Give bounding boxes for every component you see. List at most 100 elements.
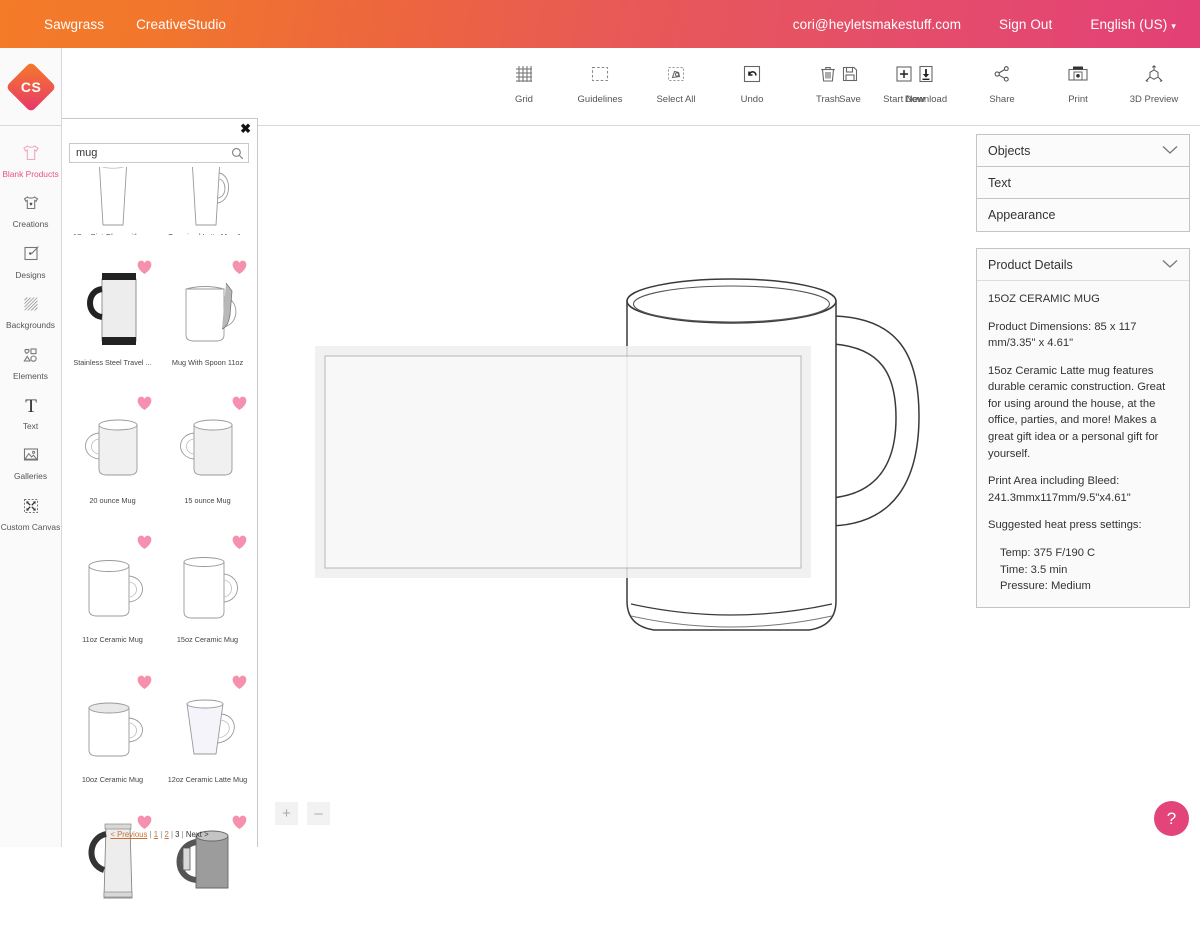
mug-with-spoon-shape (170, 265, 246, 353)
brand-link-sawgrass[interactable]: Sawgrass (44, 17, 104, 32)
heart-icon[interactable] (231, 259, 248, 275)
magnifier-icon[interactable] (226, 147, 248, 160)
heart-icon[interactable] (231, 814, 248, 830)
product-card[interactable]: Mug With Spoon 11oz (160, 261, 255, 371)
accordion-text-label: Text (988, 176, 1011, 190)
product-label: 17oz Pint Glass with w... (67, 232, 159, 235)
help-button[interactable]: ? (1154, 801, 1189, 836)
product-card[interactable]: Stainless Steel Travel ... (65, 261, 160, 371)
undo-label: Undo (741, 94, 764, 105)
product-label: 15oz Ceramic Mug (162, 635, 254, 644)
pagination-next[interactable]: Next > (186, 830, 209, 839)
design-canvas[interactable]: + – (259, 126, 971, 847)
sidebar-item-blank-products[interactable]: Blank Products (0, 134, 61, 184)
product-label: 15 ounce Mug (162, 496, 254, 505)
download-button[interactable]: Download (901, 60, 951, 105)
sidebar-item-custom-canvas[interactable]: Custom Canvas (0, 487, 61, 537)
select-all-icon (666, 60, 686, 88)
sidebar-label-backgrounds: Backgrounds (6, 321, 55, 329)
toolbar-right-group: Save Download Share (812, 60, 1192, 105)
guidelines-button[interactable]: Guidelines (575, 60, 625, 105)
pagination: < Previous | 1 | 2 | 3 | Next > (62, 830, 257, 839)
product-label: 11oz Ceramic Mug (67, 635, 159, 644)
sidebar-label-blank-products: Blank Products (2, 170, 58, 178)
app-link-creativestudio[interactable]: CreativeStudio (136, 17, 226, 32)
tshirt-icon (20, 141, 42, 165)
product-thumbnail (167, 397, 249, 495)
product-card[interactable]: Oversized Latte Mug 1... (160, 167, 255, 235)
print-area (325, 356, 801, 568)
language-selector[interactable]: English (US)▾ (1090, 17, 1176, 32)
logo-cell[interactable]: CS (0, 48, 62, 126)
grid-label: Grid (515, 94, 533, 105)
product-card[interactable]: 11oz Ceramic Mug (65, 536, 160, 650)
3d-preview-label: 3D Preview (1130, 94, 1179, 105)
undo-icon (742, 60, 762, 88)
sidebar-item-galleries[interactable]: Galleries (0, 436, 61, 486)
svg-text:T: T (25, 396, 37, 416)
accordion-objects[interactable]: Objects (977, 135, 1189, 167)
product-card[interactable]: 12oz Ceramic Latte Mug (160, 676, 255, 790)
zoom-in-button[interactable]: + (275, 802, 298, 825)
heart-icon[interactable] (231, 534, 248, 550)
product-label: 20 ounce Mug (67, 496, 159, 505)
chevron-down-icon (1162, 258, 1178, 272)
creations-tshirt-icon (20, 191, 42, 215)
sidebar-label-custom-canvas: Custom Canvas (1, 523, 61, 531)
sidebar-item-text[interactable]: T Text (0, 386, 61, 436)
sidebar-item-backgrounds[interactable]: Backgrounds (0, 285, 61, 335)
chevron-down-icon (1162, 144, 1178, 158)
account-email[interactable]: cori@heyletsmakestuff.com (793, 17, 961, 32)
accordion-appearance[interactable]: Appearance (977, 199, 1189, 231)
product-label: 10oz Ceramic Mug (67, 775, 159, 784)
mug-shape (75, 407, 151, 485)
save-button[interactable]: Save (825, 60, 875, 105)
undo-button[interactable]: Undo (727, 60, 777, 105)
heat-press-temp: Temp: 375 F/190 C (988, 545, 1178, 562)
cube-3d-icon (1143, 60, 1165, 88)
mug-shape (170, 546, 246, 624)
3d-preview-button[interactable]: 3D Preview (1129, 60, 1179, 105)
grid-button[interactable]: Grid (499, 60, 549, 105)
product-card[interactable]: 15oz Ceramic Mug (160, 536, 255, 650)
heart-icon[interactable] (136, 259, 153, 275)
product-details-header-label: Product Details (988, 258, 1073, 272)
product-card[interactable]: 15 ounce Mug (160, 397, 255, 511)
print-button[interactable]: Print (1053, 60, 1103, 105)
mug-shape (75, 546, 151, 624)
accordion-text[interactable]: Text (977, 167, 1189, 199)
select-all-button[interactable]: Select All (651, 60, 701, 105)
product-thumbnail (167, 167, 249, 231)
product-label: Stainless Steel Travel ... (67, 358, 159, 367)
sidebar-item-elements[interactable]: Elements (0, 336, 61, 386)
search-input[interactable] (70, 147, 226, 159)
sign-out-link[interactable]: Sign Out (999, 17, 1052, 32)
product-details-header[interactable]: Product Details (977, 249, 1189, 281)
product-card[interactable]: 17oz Pint Glass with w... (65, 167, 160, 235)
product-thumbnail (72, 261, 154, 357)
left-sidebar: Blank Products Creations Designs (0, 126, 62, 847)
product-card[interactable]: 20 ounce Mug (65, 397, 160, 511)
product-card[interactable]: 10oz Ceramic Mug (65, 676, 160, 790)
printer-icon (1066, 60, 1090, 88)
designs-frame-icon (20, 242, 42, 266)
close-icon[interactable]: ✖ (240, 122, 251, 135)
top-bar-right-group: cori@heyletsmakestuff.com Sign Out Engli… (793, 17, 1176, 32)
heat-press-pressure: Pressure: Medium (988, 578, 1178, 595)
heart-icon[interactable] (231, 674, 248, 690)
share-button[interactable]: Share (977, 60, 1027, 105)
heart-icon[interactable] (231, 395, 248, 411)
heart-icon[interactable] (136, 674, 153, 690)
heart-icon[interactable] (136, 395, 153, 411)
hatch-pattern-icon (20, 292, 42, 316)
zoom-controls: + – (275, 802, 330, 825)
latte-mug-shape (176, 167, 240, 231)
product-details-body: 15OZ CERAMIC MUG Product Dimensions: 85 … (977, 281, 1189, 607)
sidebar-item-creations[interactable]: Creations (0, 184, 61, 234)
pagination-previous[interactable]: < Previous (110, 830, 147, 839)
heart-icon[interactable] (136, 534, 153, 550)
sidebar-item-designs[interactable]: Designs (0, 235, 61, 285)
accordion-appearance-label: Appearance (988, 208, 1055, 222)
heart-icon[interactable] (136, 814, 153, 830)
zoom-out-button[interactable]: – (307, 802, 330, 825)
